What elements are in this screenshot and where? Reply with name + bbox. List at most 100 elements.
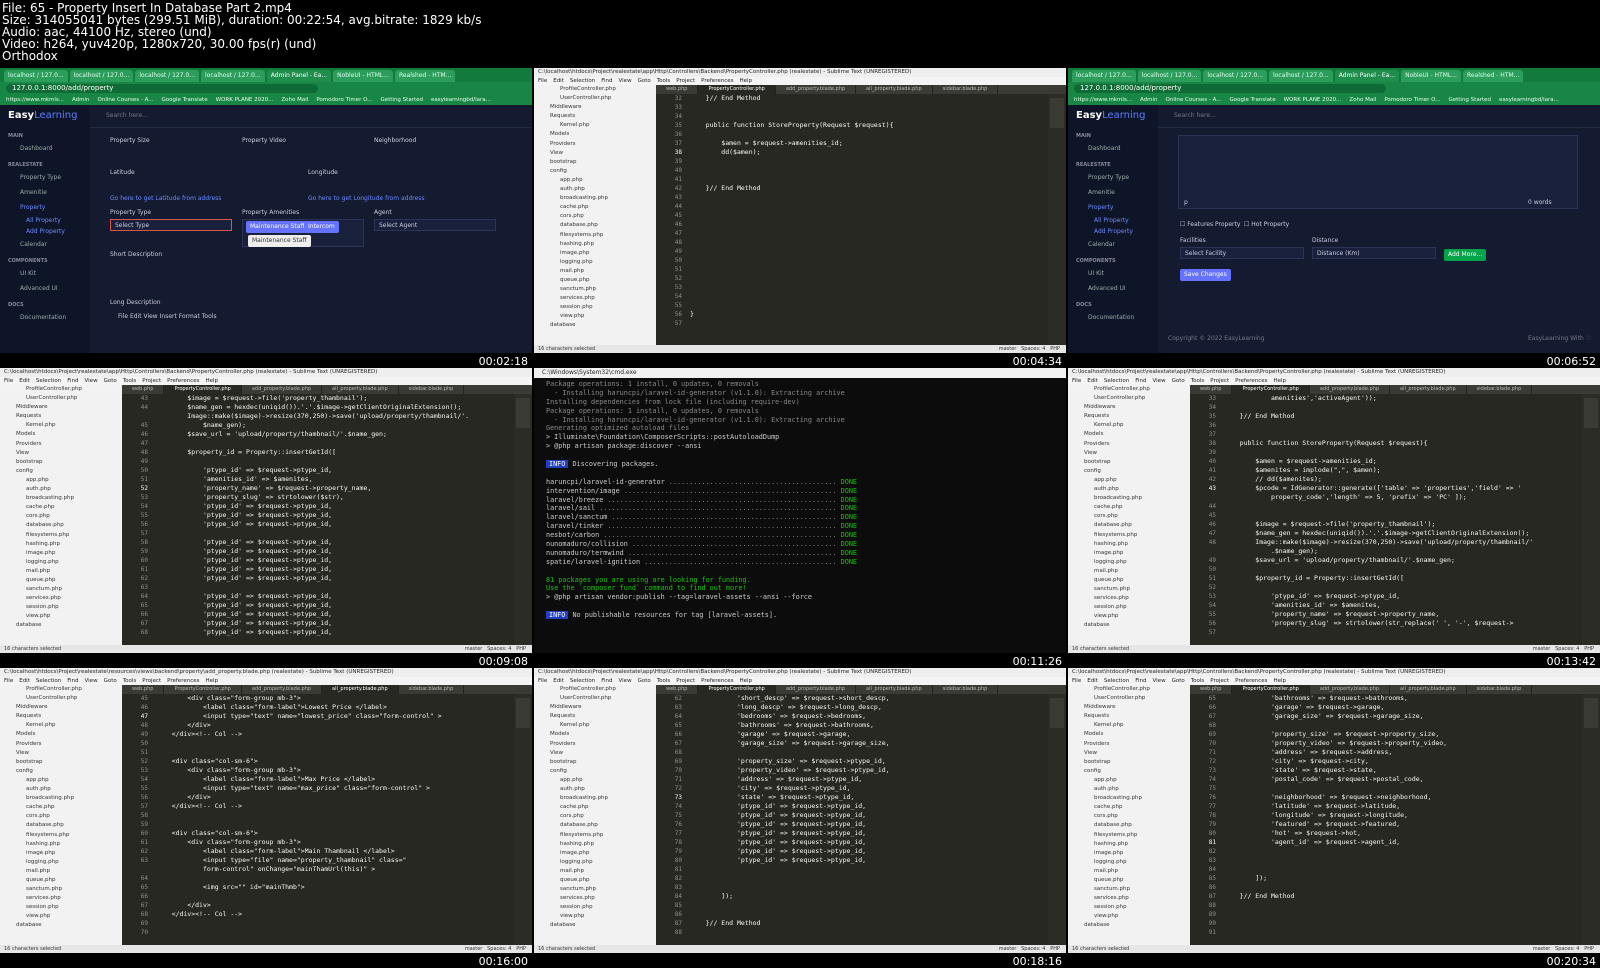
amenity-chip[interactable]: Maintenance Staff <box>246 221 309 233</box>
editor-tab[interactable]: add_property.blade.php <box>242 385 323 394</box>
brand-logo[interactable]: EasyLearning <box>0 105 90 127</box>
code-line[interactable]: 75 <box>1190 784 1582 793</box>
tree-item[interactable]: Providers <box>0 440 122 449</box>
code-line[interactable]: 48 <box>656 238 1048 247</box>
code-line[interactable]: 74 'ptype_id' => $request->ptype_id, <box>656 802 1048 811</box>
code-line[interactable]: 56 'property_slug' => strtolower(str_rep… <box>1190 619 1582 628</box>
bookmark[interactable]: Google Translate <box>161 97 207 103</box>
browser-tab[interactable]: localhost / 127.0... <box>201 70 265 82</box>
editor-tab-active[interactable]: PropertyController.php <box>1232 685 1310 694</box>
tree-item[interactable]: mail.php <box>534 267 656 276</box>
tree-item[interactable]: filesystems.php <box>534 231 656 240</box>
code-line[interactable]: 83 <box>1190 856 1582 865</box>
tree-item[interactable]: session.php <box>0 603 122 612</box>
tree-item[interactable]: services.php <box>534 294 656 303</box>
tree-item[interactable]: mail.php <box>0 567 122 576</box>
menu-item[interactable]: Selection <box>570 78 595 84</box>
tree-item[interactable]: Requests <box>534 712 656 721</box>
editor-tab-active[interactable]: PropertyController.php <box>1232 385 1310 394</box>
tree-item[interactable]: auth.php <box>1068 485 1190 494</box>
menu-item[interactable]: Tools <box>1191 678 1205 684</box>
editor-tab[interactable]: add_property.blade.php <box>776 85 857 94</box>
thumbnail-3[interactable]: localhost / 127.0... localhost / 127.0..… <box>1068 68 1600 368</box>
code-line[interactable]: 38 public function StoreProperty(Request… <box>1190 439 1582 448</box>
code-line[interactable]: 54 'ptype_id' => $request->ptype_id, <box>122 502 514 511</box>
tree-item[interactable]: image.php <box>0 549 122 558</box>
code-line[interactable]: 51 'amenities_id' => $amenites, <box>122 475 514 484</box>
code-line[interactable]: 73 'state' => $request->state, <box>1190 766 1582 775</box>
bookmark[interactable]: Getting Started <box>1448 97 1491 103</box>
code-line[interactable]: 52 <box>1190 583 1582 592</box>
tree-item[interactable]: image.php <box>534 849 656 858</box>
minimap[interactable] <box>1582 394 1600 645</box>
tree-item[interactable]: Providers <box>534 740 656 749</box>
code-line[interactable]: 69 'property_size' => $request->property… <box>1190 730 1582 739</box>
tree-item[interactable]: UserController.php <box>0 394 122 403</box>
code-line[interactable]: 76 'neighborhood' => $request->neighborh… <box>1190 793 1582 802</box>
tree-item[interactable]: queue.php <box>0 876 122 885</box>
code-line[interactable]: 49 <box>122 457 514 466</box>
tree-item[interactable]: config <box>0 767 122 776</box>
code-line[interactable]: 66 'ptype_id' => $request->ptype_id, <box>122 610 514 619</box>
tree-item[interactable]: filesystems.php <box>0 831 122 840</box>
tree-item[interactable]: auth.php <box>534 785 656 794</box>
sidebar-item-dashboard[interactable]: Dashboard <box>0 141 90 156</box>
menu-item[interactable]: Goto <box>1172 678 1185 684</box>
code-line[interactable]: 48 </div> <box>122 721 514 730</box>
code-line[interactable]: 58 'ptype_id' => $request->ptype_id, <box>122 538 514 547</box>
code-line[interactable]: 54 <label class="form-label">Max Price <… <box>122 775 514 784</box>
tree-item[interactable]: filesystems.php <box>534 831 656 840</box>
editor-tab[interactable]: web.php <box>656 85 699 94</box>
tree-item[interactable]: Models <box>1068 730 1190 739</box>
tree-item[interactable]: config <box>1068 467 1190 476</box>
tree-item[interactable]: database <box>0 921 122 930</box>
menu-item[interactable]: Goto <box>104 678 117 684</box>
code-line[interactable]: 52 <box>656 274 1048 283</box>
minimap[interactable] <box>1048 94 1066 345</box>
code-line[interactable]: 62 'short_descp' => $request->short_desc… <box>656 694 1048 703</box>
tree-item[interactable]: services.php <box>0 894 122 903</box>
code-line[interactable]: 46 $save_url = 'upload/property/thambnai… <box>122 430 514 439</box>
editor-tab[interactable]: all_property.blade.php <box>1390 385 1467 394</box>
tree-item[interactable]: services.php <box>534 894 656 903</box>
menu-item[interactable]: View <box>85 678 98 684</box>
tree-item[interactable]: hashing.php <box>0 540 122 549</box>
code-line[interactable]: 85 ]); <box>1190 874 1582 883</box>
code-line[interactable]: 50 <box>656 256 1048 265</box>
menu-item[interactable]: Goto <box>638 678 651 684</box>
bookmark[interactable]: Google Translate <box>1229 97 1275 103</box>
tree-item[interactable]: config <box>534 167 656 176</box>
brand-logo[interactable]: EasyLearning <box>1068 105 1158 127</box>
thumbnail-2[interactable]: C:\localhost\htdocs\Project\realestate\a… <box>534 68 1066 368</box>
menu-item[interactable]: Preferences <box>1235 678 1267 684</box>
code-line[interactable]: 63 <input type="file" name="property_tha… <box>122 856 514 865</box>
code-line[interactable]: 63 'long_descp' => $request->long_descp, <box>656 703 1048 712</box>
sidebar-item-property-type[interactable]: Property Type <box>0 170 90 185</box>
tree-item[interactable]: view.php <box>534 312 656 321</box>
tree-item[interactable]: ProfileController.php <box>0 685 122 694</box>
tree-item[interactable]: hashing.php <box>1068 540 1190 549</box>
tree-item[interactable]: View <box>0 449 122 458</box>
tree-item[interactable]: database.php <box>0 521 122 530</box>
menu-item[interactable]: Edit <box>553 678 564 684</box>
tree-item[interactable]: Kernel.php <box>1068 421 1190 430</box>
tree-item[interactable]: View <box>1068 749 1190 758</box>
code-line[interactable]: 90 <box>1190 919 1582 928</box>
code-line[interactable]: 41 $amenites = implode(",", $amen); <box>1190 466 1582 475</box>
add-more-button[interactable]: Add More... <box>1444 249 1487 261</box>
tree-item[interactable]: database.php <box>1068 821 1190 830</box>
menu-item[interactable]: Goto <box>638 78 651 84</box>
bookmark[interactable]: Pomodoro Timer O... <box>316 97 372 103</box>
sidebar-item-dashboard[interactable]: Dashboard <box>1068 141 1158 156</box>
tree-item[interactable]: Providers <box>1068 740 1190 749</box>
tree-item[interactable]: Providers <box>534 140 656 149</box>
code-line[interactable]: 53 'property_slug' => strtolower($str), <box>122 493 514 502</box>
code-line[interactable]: 85 <box>656 901 1048 910</box>
code-line[interactable]: 47 <input type="text" name="lowest_price… <box>122 712 514 721</box>
code-line[interactable]: 66 'garage' => $request->garage, <box>1190 703 1582 712</box>
menu-item[interactable]: Edit <box>1087 378 1098 384</box>
menu-item[interactable]: Tools <box>657 678 671 684</box>
tree-item[interactable]: queue.php <box>0 576 122 585</box>
thumbnail-8[interactable]: C:\localhost\htdocs\Project\realestate\a… <box>534 668 1066 968</box>
distance-input[interactable]: Distance (Km) <box>1312 247 1436 259</box>
